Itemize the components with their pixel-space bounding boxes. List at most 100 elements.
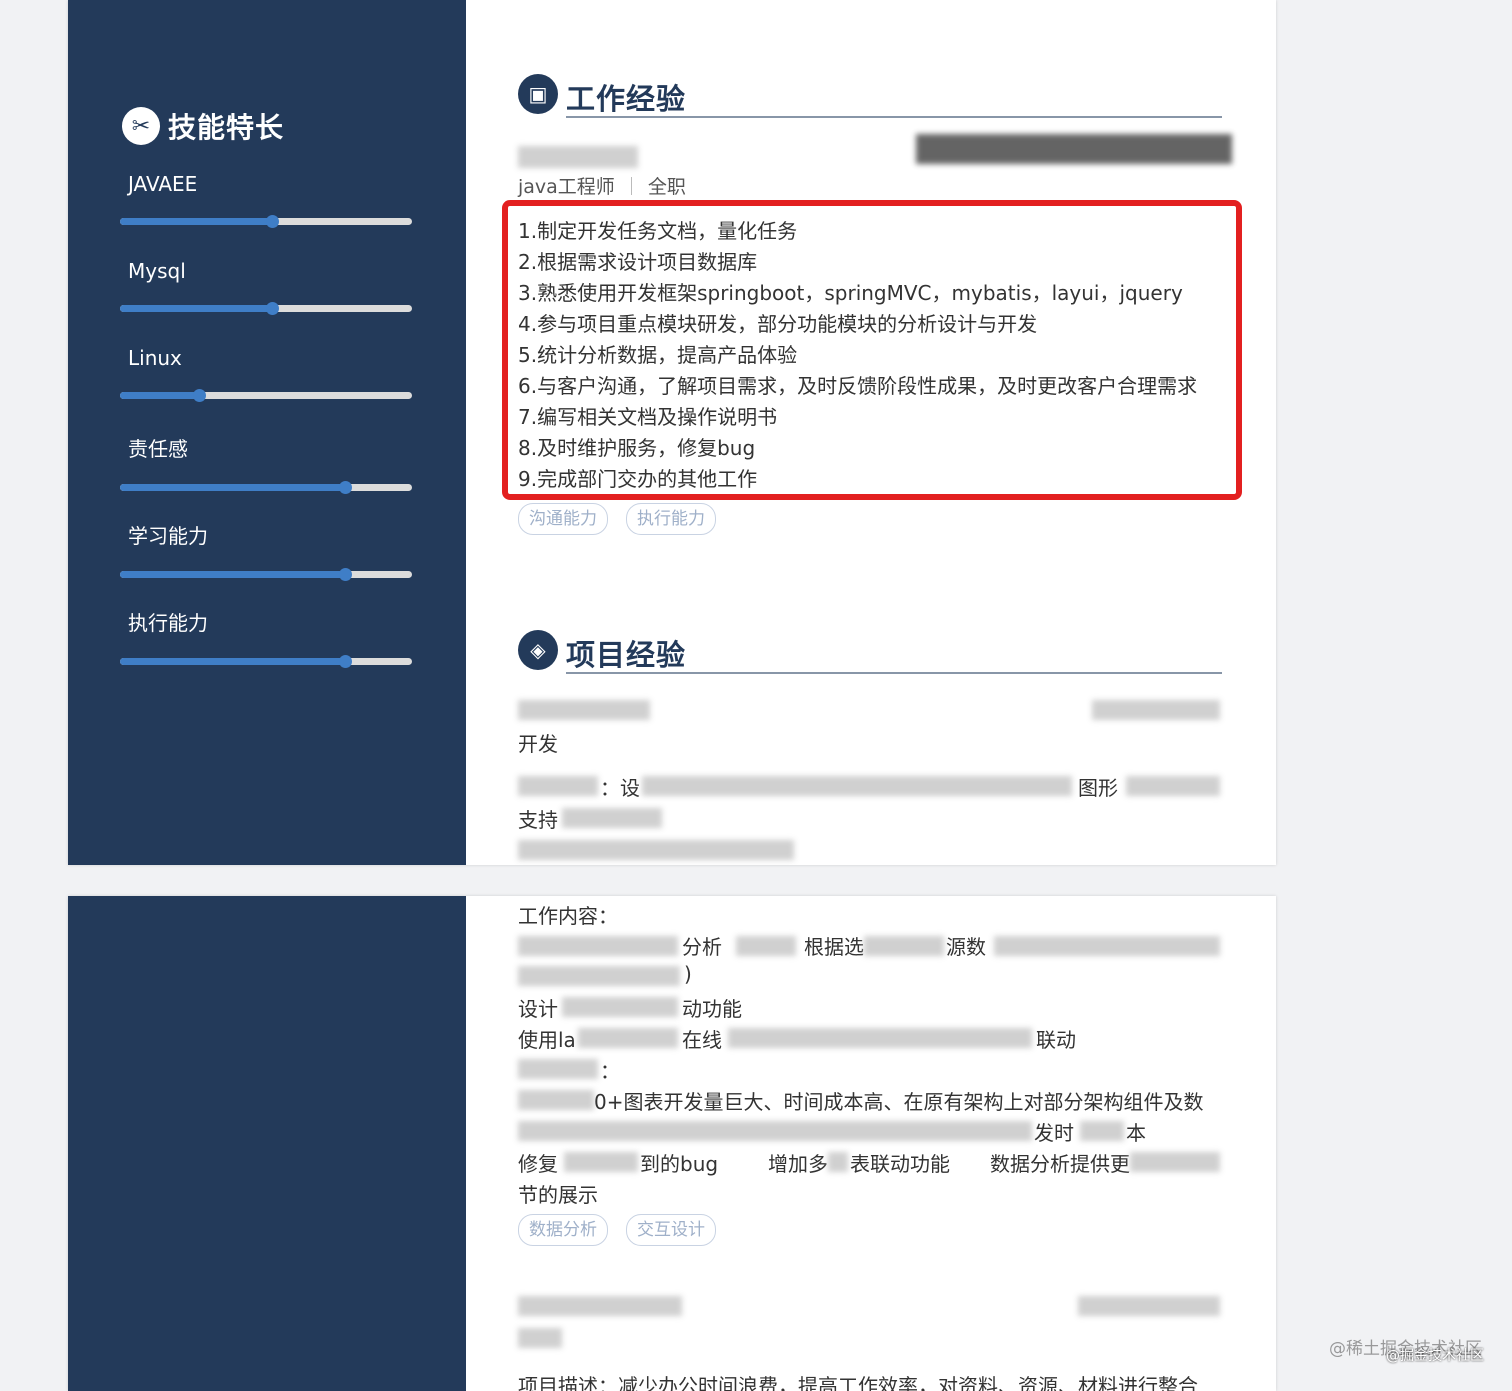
redacted-dates <box>916 134 1232 164</box>
main-content: 工作内容： 分析 根据选 源数 ) 设计 动功能 使用la 在线 联动 ： 0+… <box>466 896 1276 1391</box>
redacted-text <box>562 808 662 828</box>
work-content-label: 工作内容： <box>518 904 618 928</box>
project-section-title: 项目经验 <box>566 638 687 672</box>
redacted-text <box>518 1059 598 1079</box>
text-fragment: 发时 <box>1034 1121 1074 1145</box>
meta-separator <box>630 176 632 195</box>
duty-item: 9.完成部门交办的其他工作 <box>518 467 758 491</box>
skill-knob <box>192 389 206 402</box>
resume-page-1: ✂ 技能特长 JAVAEE Mysql Linux 责任感 学习能力 执行能力 <box>68 0 1276 865</box>
skill-fill <box>120 571 345 578</box>
redacted-company <box>518 146 638 168</box>
skill-fill <box>120 218 272 225</box>
redacted-text <box>518 966 680 986</box>
text-fragment: 动功能 <box>682 997 742 1021</box>
skill-javaee: JAVAEE <box>120 172 412 228</box>
text-fragment: 在线 <box>682 1028 722 1052</box>
project-section-header: ◈ 项目经验 <box>518 630 1222 674</box>
text-fragment: 分析 <box>682 935 722 959</box>
text-fragment: 设计 <box>518 997 558 1021</box>
project-support-fragment: 支持 <box>518 808 558 832</box>
text-fragment: 增加多 <box>768 1152 828 1176</box>
job-position: java工程师 <box>518 176 615 198</box>
text-fragment: 根据选 <box>804 935 864 959</box>
project-desc-fragment: ：设 <box>600 776 640 800</box>
skill-learning: 学习能力 <box>120 520 412 581</box>
skill-bar <box>120 655 412 668</box>
skill-name: 学习能力 <box>128 524 208 548</box>
redacted-text <box>828 1152 848 1172</box>
duty-item: 1.制定开发任务文档，量化任务 <box>518 219 798 243</box>
redacted-text <box>518 776 598 796</box>
redacted-project-dates <box>1078 1296 1220 1316</box>
skill-name: 责任感 <box>128 437 188 461</box>
sidebar: ✂ 技能特长 JAVAEE Mysql Linux 责任感 学习能力 执行能力 <box>68 0 466 865</box>
redacted-text <box>864 936 944 956</box>
skill-bar <box>120 302 412 315</box>
sidebar <box>68 896 466 1391</box>
redacted-text <box>518 1090 594 1110</box>
redacted-text <box>1126 776 1220 796</box>
skill-tag: 沟通能力 <box>518 503 608 535</box>
skill-bar <box>120 215 412 228</box>
skill-fill <box>120 392 199 399</box>
redacted-text <box>564 1152 638 1172</box>
skill-tag: 执行能力 <box>626 503 716 535</box>
redacted-text <box>1130 1152 1220 1172</box>
skill-responsibility: 责任感 <box>120 433 412 494</box>
text-fragment: 到的bug <box>640 1152 719 1176</box>
duty-item: 3.熟悉使用开发框架springboot，springMVC，mybatis，l… <box>518 281 1183 305</box>
tools-icon: ✂ <box>122 107 160 145</box>
layers-icon: ◈ <box>518 630 558 670</box>
duty-item: 7.编写相关文档及操作说明书 <box>518 405 778 429</box>
skill-knob <box>338 481 352 494</box>
skill-knob <box>338 655 352 668</box>
project-description: 项目描述：减少办公时间浪费，提高工作效率，对资料、资源、材料进行整合 <box>518 1374 1198 1391</box>
redacted-text <box>1080 1121 1124 1141</box>
briefcase-icon: ▣ <box>518 74 558 114</box>
redacted-project-name <box>518 1296 682 1316</box>
redacted-text <box>518 1328 562 1348</box>
redacted-text <box>728 1028 1032 1048</box>
text-fragment: 表联动功能 <box>850 1152 950 1176</box>
redacted-project-dates <box>1092 700 1220 720</box>
watermark-secondary: @掘金技术社区 <box>1386 1348 1484 1364</box>
redacted-text <box>562 997 678 1017</box>
section-divider <box>566 672 1222 674</box>
skill-tag: 数据分析 <box>518 1214 608 1246</box>
skill-name: 执行能力 <box>128 611 208 635</box>
redacted-text <box>578 1028 678 1048</box>
job-meta: java工程师 全职 <box>518 172 686 199</box>
text-fragment: 本 <box>1126 1121 1146 1145</box>
job-type: 全职 <box>647 176 686 198</box>
skill-fill <box>120 658 345 665</box>
skill-mysql: Mysql <box>120 259 412 315</box>
skill-knob <box>265 215 279 228</box>
resume-page-2: 工作内容： 分析 根据选 源数 ) 设计 动功能 使用la 在线 联动 ： 0+… <box>68 896 1276 1391</box>
text-fragment: 使用la <box>518 1028 576 1052</box>
skill-name: Mysql <box>128 259 186 283</box>
text-fragment: 节的展示 <box>518 1183 598 1207</box>
section-divider <box>566 116 1222 118</box>
main-content: ▣ 工作经验 java工程师 全职 1.制定开发任务文档，量化任务 2.根据需求… <box>466 0 1276 865</box>
redacted-text <box>518 1121 1032 1141</box>
project-desc-fragment-2: 图形 <box>1078 776 1118 800</box>
duty-item: 6.与客户沟通，了解项目需求，及时反馈阶段性成果，及时更改客户合理需求 <box>518 374 1198 398</box>
duty-item: 2.根据需求设计项目数据库 <box>518 250 758 274</box>
skill-linux: Linux <box>120 346 412 402</box>
skill-bar <box>120 389 412 402</box>
skill-fill <box>120 305 272 312</box>
text-fragment: 0+图表开发量巨大、时间成本高、在原有架构上对部分架构组件及数 <box>594 1090 1204 1114</box>
skill-knob <box>338 568 352 581</box>
skill-name: JAVAEE <box>128 172 198 196</box>
redacted-text <box>518 840 794 860</box>
skills-header: ✂ 技能特长 <box>122 106 284 146</box>
work-section-header: ▣ 工作经验 <box>518 74 1222 118</box>
redacted-text <box>994 936 1220 956</box>
work-section-title: 工作经验 <box>566 82 687 116</box>
text-fragment: 联动 <box>1036 1028 1076 1052</box>
project-role: 开发 <box>518 732 558 756</box>
duty-item: 4.参与项目重点模块研发，部分功能模块的分析设计与开发 <box>518 312 1038 336</box>
redacted-text <box>518 936 678 956</box>
duties-highlight-box: 1.制定开发任务文档，量化任务 2.根据需求设计项目数据库 3.熟悉使用开发框架… <box>502 200 1242 500</box>
